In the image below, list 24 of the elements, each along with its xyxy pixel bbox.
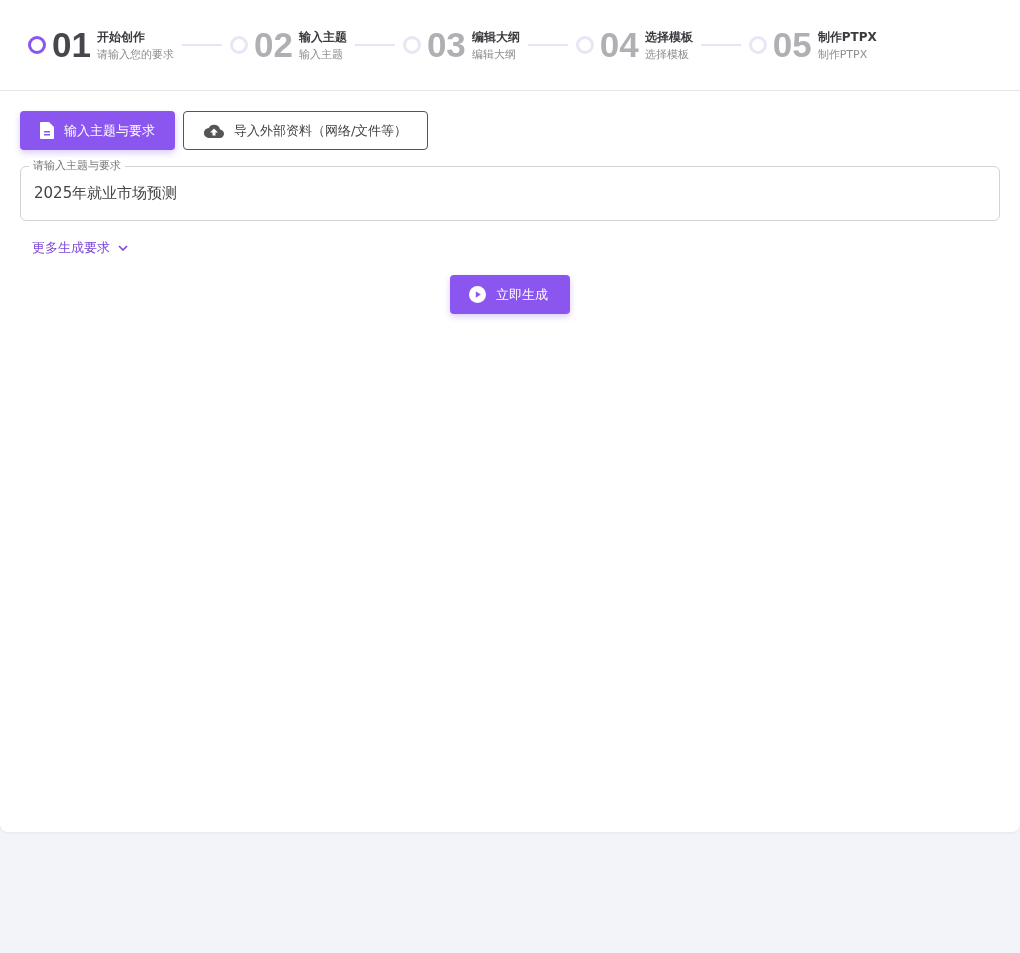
step-title: 制作PTPX [817, 28, 877, 46]
mode-tab[interactable]: 输入主题与要求 [20, 111, 175, 150]
chevron-icon [118, 245, 128, 251]
step-title: 选择模板 [644, 28, 693, 46]
step-number: 04 [599, 25, 639, 65]
play-icon [469, 286, 486, 303]
step-number: 03 [426, 25, 466, 65]
step-subtitle: 请输入您的要求 [96, 46, 174, 62]
step-subtitle: 编辑大纲 [471, 46, 517, 62]
step-subtitle: 输入主题 [298, 46, 344, 62]
cloud-upload-icon [204, 123, 224, 138]
step-number: 02 [253, 25, 293, 65]
step-subtitle: 选择模板 [644, 46, 690, 62]
document-icon [40, 122, 54, 139]
more-options-toggle[interactable]: 更多生成要求 [32, 239, 128, 257]
field-label: 请输入主题与要求 [29, 158, 125, 173]
mode-tab[interactable]: 导入外部资料（网络/文件等） [183, 111, 429, 150]
step-subtitle: 制作PTPX [817, 46, 869, 62]
step-title: 开始创作 [96, 28, 146, 46]
generate-button[interactable]: 立即生成 [450, 275, 570, 314]
step-number: 05 [772, 25, 812, 65]
step-number: 01 [52, 25, 91, 65]
step-title: 编辑大纲 [471, 28, 520, 46]
step-title: 输入主题 [298, 28, 347, 46]
